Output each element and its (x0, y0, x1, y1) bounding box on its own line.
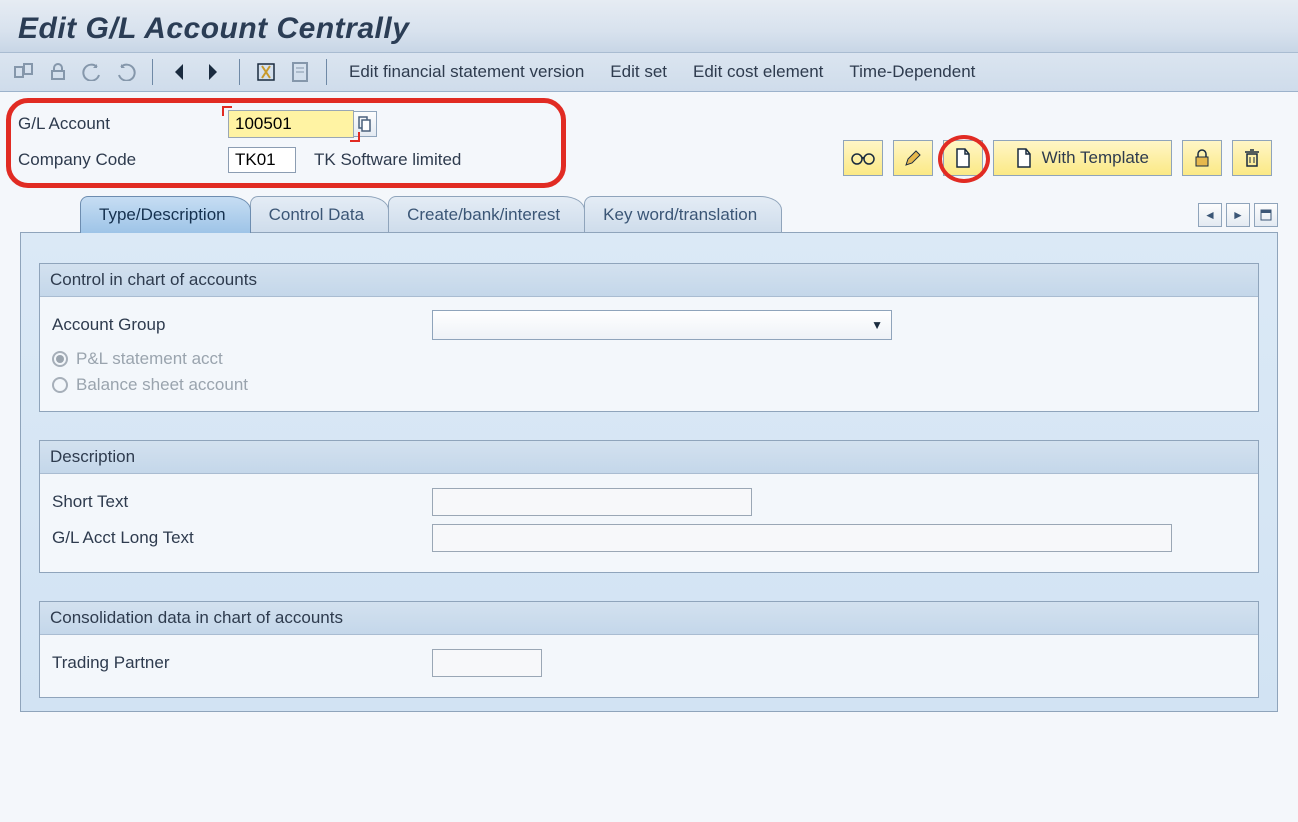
radio-selected-icon (52, 351, 68, 367)
caret-down-icon: ▼ (871, 318, 883, 332)
radio-icon (52, 377, 68, 393)
group-title: Control in chart of accounts (40, 264, 1258, 297)
with-template-button[interactable]: With Template (993, 140, 1172, 176)
tab-scroll-left[interactable]: ◄ (1198, 203, 1222, 227)
display-button[interactable] (843, 140, 883, 176)
trading-partner-label: Trading Partner (52, 653, 432, 673)
group-description: Description Short Text G/L Acct Long Tex… (39, 440, 1259, 573)
delete-button[interactable] (1232, 140, 1272, 176)
app-toolbar: Edit financial statement version Edit se… (0, 53, 1298, 92)
title-bar: Edit G/L Account Centrally (0, 0, 1298, 53)
group-title: Consolidation data in chart of accounts (40, 602, 1258, 635)
separator (152, 59, 153, 85)
tab-control-data[interactable]: Control Data (250, 196, 389, 233)
pencil-icon (904, 149, 922, 167)
header-parameters: G/L Account Company Code TK Software lim… (0, 92, 1298, 196)
edit-cost-element-link[interactable]: Edit cost element (683, 62, 833, 82)
long-text-input[interactable] (432, 524, 1172, 552)
next-icon[interactable] (199, 59, 227, 85)
create-button[interactable] (943, 140, 983, 176)
tabstrip: Type/Description Control Data Create/ban… (0, 196, 1298, 713)
separator (326, 59, 327, 85)
separator (239, 59, 240, 85)
glasses-icon (851, 150, 875, 166)
lock-icon[interactable] (44, 59, 72, 85)
new-doc-icon (955, 148, 971, 168)
gl-account-input[interactable] (228, 110, 354, 138)
undo-icon[interactable] (78, 59, 106, 85)
company-code-description: TK Software limited (314, 150, 461, 170)
time-dependent-link[interactable]: Time-Dependent (839, 62, 985, 82)
tab-create-bank-interest[interactable]: Create/bank/interest (388, 196, 585, 233)
header-actions: With Template (843, 140, 1272, 176)
tab-panel: Control in chart of accounts Account Gro… (20, 232, 1278, 712)
group-control-chart: Control in chart of accounts Account Gro… (39, 263, 1259, 412)
trading-partner-input[interactable] (432, 649, 542, 677)
change-button[interactable] (893, 140, 933, 176)
tab-keyword-translation[interactable]: Key word/translation (584, 196, 782, 233)
group-title: Description (40, 441, 1258, 474)
required-corner (222, 106, 232, 116)
edit-set-link[interactable]: Edit set (600, 62, 677, 82)
group-consolidation: Consolidation data in chart of accounts … (39, 601, 1259, 698)
with-template-label: With Template (1042, 148, 1149, 168)
edit-fsv-link[interactable]: Edit financial statement version (339, 62, 594, 82)
short-text-input[interactable] (432, 488, 752, 516)
redo-icon[interactable] (112, 59, 140, 85)
pl-statement-radio: P&L statement acct (52, 349, 1246, 369)
other-object-icon[interactable] (10, 59, 38, 85)
tab-scroll-right[interactable]: ► (1226, 203, 1250, 227)
company-code-label: Company Code (18, 150, 228, 170)
account-group-dropdown[interactable]: ▼ (432, 310, 892, 340)
short-text-label: Short Text (52, 492, 432, 512)
period-icon[interactable] (252, 59, 280, 85)
gl-account-label: G/L Account (18, 114, 228, 134)
company-code-input[interactable] (228, 147, 296, 173)
account-group-label: Account Group (52, 315, 432, 335)
page-title: Edit G/L Account Centrally (18, 12, 1282, 46)
long-text-label: G/L Acct Long Text (52, 528, 432, 548)
new-doc-icon (1016, 148, 1032, 168)
trash-icon (1244, 148, 1260, 168)
save-icon[interactable] (286, 59, 314, 85)
tab-list-button[interactable] (1254, 203, 1278, 227)
balance-sheet-radio: Balance sheet account (52, 375, 1246, 395)
prev-icon[interactable] (165, 59, 193, 85)
lock-closed-icon (1194, 149, 1210, 167)
required-corner (350, 132, 360, 142)
tab-type-description[interactable]: Type/Description (80, 196, 251, 233)
block-button[interactable] (1182, 140, 1222, 176)
